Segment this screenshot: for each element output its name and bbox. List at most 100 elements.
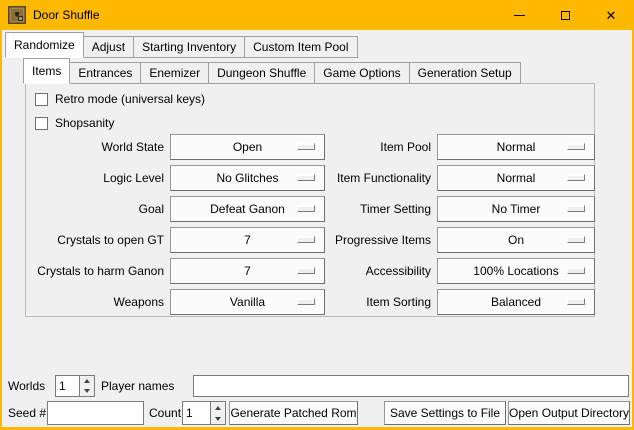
minimize-icon [514, 15, 525, 16]
client-area: Randomize Adjust Starting Inventory Cust… [2, 30, 632, 427]
count-stepper-arrows [210, 402, 225, 424]
form-row: Crystals to open GT 7 Progressive Items … [26, 227, 594, 253]
close-button[interactable]: ✕ [588, 0, 634, 30]
item-sorting-dropdown[interactable]: Balanced [437, 289, 595, 315]
worlds-stepper-arrows [79, 376, 94, 396]
goal-dropdown[interactable]: Defeat Ganon [170, 196, 325, 222]
app-window: Door Shuffle ✕ Randomize Adjust Starting… [0, 0, 634, 430]
retro-mode-option: Retro mode (universal keys) [35, 89, 205, 109]
spinner-down-button[interactable] [211, 413, 225, 424]
subtab-generation-setup[interactable]: Generation Setup [409, 62, 521, 84]
shopsanity-checkbox[interactable] [35, 117, 48, 130]
dropdown-indicator-icon [297, 174, 315, 181]
open-output-directory-button[interactable]: Open Output Directory [508, 401, 630, 425]
item-sorting-value: Balanced [491, 295, 541, 309]
window-title: Door Shuffle [33, 8, 100, 22]
spinner-up-button[interactable] [80, 376, 94, 386]
count-label: Count [149, 401, 181, 425]
player-names-label: Player names [101, 375, 174, 397]
dropdown-indicator-icon [567, 298, 585, 305]
dropdown-indicator-icon [297, 236, 315, 243]
tab-custom-item-pool[interactable]: Custom Item Pool [244, 36, 357, 58]
dropdown-indicator-icon [567, 267, 585, 274]
dropdown-indicator-icon [297, 298, 315, 305]
worlds-label: Worlds [8, 375, 45, 397]
progressive-items-dropdown[interactable]: On [437, 227, 595, 253]
spinner-up-icon [84, 379, 90, 383]
crystals-open-gt-value: 7 [244, 233, 251, 247]
accessibility-value: 100% Locations [473, 264, 558, 278]
crystals-harm-ganon-dropdown[interactable]: 7 [170, 258, 325, 284]
window-controls: ✕ [496, 0, 634, 30]
dropdown-indicator-icon [567, 174, 585, 181]
subtab-dungeon-shuffle[interactable]: Dungeon Shuffle [208, 62, 315, 84]
app-icon [8, 6, 26, 24]
accessibility-dropdown[interactable]: 100% Locations [437, 258, 595, 284]
count-stepper[interactable] [182, 401, 226, 425]
titlebar[interactable]: Door Shuffle ✕ [0, 0, 634, 30]
spinner-up-icon [215, 406, 221, 410]
dropdown-indicator-icon [567, 236, 585, 243]
worlds-input[interactable] [56, 376, 79, 396]
main-tab-bar: Randomize Adjust Starting Inventory Cust… [5, 32, 357, 58]
item-functionality-dropdown[interactable]: Normal [437, 165, 595, 191]
sub-tab-bar: Items Entrances Enemizer Dungeon Shuffle… [23, 58, 520, 84]
spinner-down-icon [84, 389, 90, 393]
world-state-label: World State [26, 134, 170, 160]
item-functionality-label: Item Functionality [325, 165, 437, 191]
form-row: Crystals to harm Ganon 7 Accessibility 1… [26, 258, 594, 284]
items-panel: Retro mode (universal keys) Shopsanity W… [25, 83, 595, 317]
crystals-harm-ganon-value: 7 [244, 264, 251, 278]
spinner-up-button[interactable] [211, 402, 225, 413]
subtab-game-options[interactable]: Game Options [314, 62, 409, 84]
maximize-icon [561, 11, 570, 20]
tab-adjust[interactable]: Adjust [83, 36, 134, 58]
seed-input[interactable] [47, 401, 144, 425]
seed-label: Seed # [8, 401, 46, 425]
logic-level-dropdown[interactable]: No Glitches [170, 165, 325, 191]
form-row: Goal Defeat Ganon Timer Setting No Timer [26, 196, 594, 222]
world-state-dropdown[interactable]: Open [170, 134, 325, 160]
count-input[interactable] [183, 402, 210, 424]
shopsanity-option: Shopsanity [35, 113, 114, 133]
spinner-down-button[interactable] [80, 386, 94, 396]
subtab-entrances[interactable]: Entrances [69, 62, 141, 84]
weapons-label: Weapons [26, 289, 170, 315]
form-row: World State Open Item Pool Normal [26, 134, 594, 160]
dropdown-indicator-icon [297, 205, 315, 212]
timer-setting-value: No Timer [492, 202, 541, 216]
shopsanity-label: Shopsanity [55, 116, 114, 130]
timer-setting-label: Timer Setting [325, 196, 437, 222]
accessibility-label: Accessibility [325, 258, 437, 284]
retro-mode-checkbox[interactable] [35, 93, 48, 106]
maximize-button[interactable] [542, 0, 588, 30]
logic-level-value: No Glitches [216, 171, 278, 185]
tab-starting-inventory[interactable]: Starting Inventory [133, 36, 245, 58]
weapons-dropdown[interactable]: Vanilla [170, 289, 325, 315]
dropdown-indicator-icon [297, 267, 315, 274]
generate-patched-rom-button[interactable]: Generate Patched Rom [229, 401, 358, 425]
world-state-value: Open [233, 140, 262, 154]
item-functionality-value: Normal [497, 171, 536, 185]
item-pool-dropdown[interactable]: Normal [437, 134, 595, 160]
goal-value: Defeat Ganon [210, 202, 285, 216]
subtab-items[interactable]: Items [23, 58, 70, 84]
save-settings-button[interactable]: Save Settings to File [384, 401, 506, 425]
close-icon: ✕ [606, 9, 617, 22]
tab-randomize[interactable]: Randomize [5, 32, 84, 58]
player-names-input[interactable] [193, 375, 629, 397]
worlds-stepper[interactable] [55, 375, 95, 397]
form-row: Logic Level No Glitches Item Functionali… [26, 165, 594, 191]
goal-label: Goal [26, 196, 170, 222]
settings-form: World State Open Item Pool Normal Logic … [26, 134, 594, 320]
progressive-items-value: On [508, 233, 524, 247]
crystals-open-gt-label: Crystals to open GT [26, 227, 170, 253]
subtab-enemizer[interactable]: Enemizer [140, 62, 209, 84]
minimize-button[interactable] [496, 0, 542, 30]
item-sorting-label: Item Sorting [325, 289, 437, 315]
weapons-value: Vanilla [230, 295, 265, 309]
dropdown-indicator-icon [567, 143, 585, 150]
timer-setting-dropdown[interactable]: No Timer [437, 196, 595, 222]
crystals-open-gt-dropdown[interactable]: 7 [170, 227, 325, 253]
retro-mode-label: Retro mode (universal keys) [55, 92, 205, 106]
